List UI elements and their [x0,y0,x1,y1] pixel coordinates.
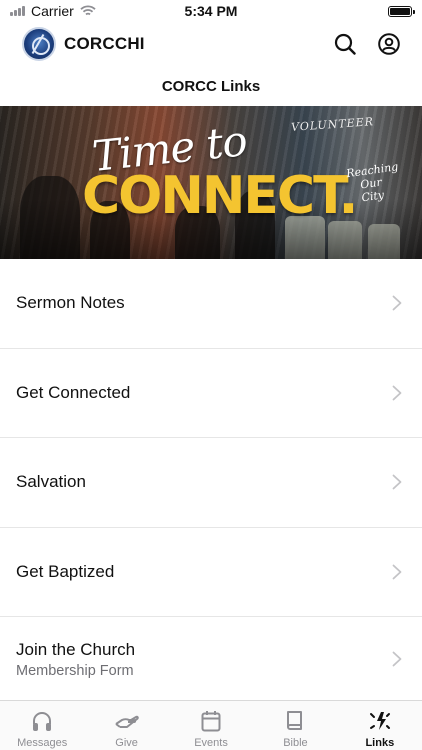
chevron-right-icon [392,474,402,490]
links-list: Sermon Notes Get Connected Salvation Get… [0,259,422,701]
chevron-right-icon [392,295,402,311]
connect-banner-image[interactable]: Time to CONNECT. VOLUNTEER Reaching Our … [0,106,422,259]
tab-messages[interactable]: Messages [0,701,84,750]
link-row-salvation[interactable]: Salvation [0,438,422,528]
headphones-icon [33,712,52,731]
tab-label: Links [365,737,395,749]
link-label: Get Connected [16,382,131,402]
tab-give[interactable]: Give [84,701,168,750]
tab-bar: Messages Give Events Bible Links [0,700,422,750]
wifi-icon [80,5,96,16]
tab-events[interactable]: Events [169,701,253,750]
tab-label: Give [115,737,138,749]
banner-headline: CONNECT. [82,166,358,226]
tab-links[interactable]: Links [338,701,422,750]
link-label: Join the Church [16,639,136,659]
header-actions [334,33,400,55]
chevron-right-icon [392,564,402,580]
tab-label: Bible [283,737,308,749]
link-row-get-baptized[interactable]: Get Baptized [0,528,422,617]
link-text: Get Baptized [16,562,392,582]
signal-icon [10,6,25,16]
link-label: Salvation [16,472,86,492]
link-text: Get Connected [16,383,392,403]
status-bar: Carrier 5:34 PM [0,0,422,22]
church-logo-icon[interactable] [22,27,56,61]
search-icon[interactable] [334,33,356,55]
link-text: Salvation [16,472,392,492]
link-text: Sermon Notes [16,293,392,313]
chevron-right-icon [392,385,402,401]
link-row-sermon-notes[interactable]: Sermon Notes [0,259,422,349]
banner-side-text: Reaching Our City [345,160,400,205]
page-title: CORCC Links [161,78,261,95]
user-profile-icon[interactable] [378,33,400,55]
tab-label: Events [194,737,228,749]
app-name: CORCCHI [64,34,145,53]
banner-volume-text: VOLUNTEER [290,115,375,134]
link-row-get-connected[interactable]: Get Connected [0,349,422,438]
link-text: Join the Church Membership Form [16,640,392,679]
app-header: CORCCHI [0,24,422,64]
link-label: Sermon Notes [16,293,125,313]
chevron-right-icon [392,651,402,667]
carrier-label: Carrier [31,3,74,19]
link-row-join-the-church[interactable]: Join the Church Membership Form [0,617,422,701]
give-hand-icon [115,715,139,728]
battery-icon [388,5,415,17]
links-burst-icon [369,712,390,730]
tab-label: Messages [17,737,68,749]
link-label: Get Baptized [16,561,115,581]
link-sublabel: Membership Form [16,662,134,679]
tab-bible[interactable]: Bible [253,701,337,750]
calendar-icon [201,711,221,732]
bible-book-icon [287,711,303,730]
status-left: Carrier [10,3,96,19]
